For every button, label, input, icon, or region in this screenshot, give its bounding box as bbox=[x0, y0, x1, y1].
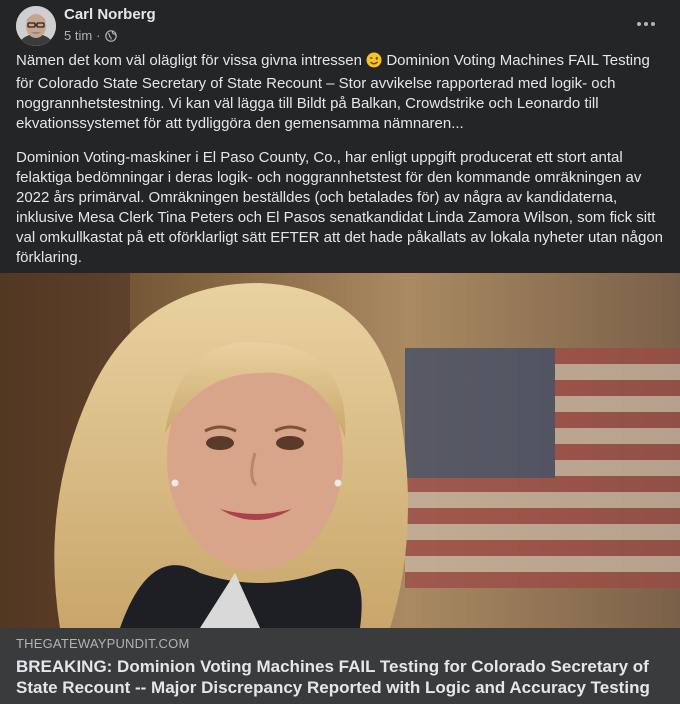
author-name[interactable]: Carl Norberg bbox=[64, 6, 156, 23]
paragraph-1-before-emoji: Nämen det kom väl olägligt för vissa giv… bbox=[16, 52, 362, 69]
facebook-post: Carl Norberg 5 tim · Nämen det kom väl o… bbox=[0, 0, 680, 704]
link-preview[interactable]: THEGATEWAYPUNDIT.COM BREAKING: Dominion … bbox=[0, 628, 680, 704]
post-paragraph-1: Nämen det kom väl olägligt för vissa giv… bbox=[16, 51, 664, 134]
winking-face-emoji bbox=[366, 52, 382, 74]
post-timestamp[interactable]: 5 tim bbox=[64, 28, 92, 43]
globe-icon bbox=[104, 29, 117, 42]
avatar[interactable] bbox=[16, 6, 56, 46]
more-dots-icon[interactable] bbox=[634, 14, 658, 34]
post-text: Nämen det kom väl olägligt för vissa giv… bbox=[16, 51, 664, 282]
post-meta: 5 tim · bbox=[64, 28, 117, 43]
link-preview-image[interactable] bbox=[0, 273, 680, 628]
link-headline[interactable]: BREAKING: Dominion Voting Machines FAIL … bbox=[16, 656, 666, 698]
link-domain: THEGATEWAYPUNDIT.COM bbox=[16, 636, 190, 651]
post-header: Carl Norberg 5 tim · bbox=[16, 6, 664, 48]
meta-separator: · bbox=[96, 28, 101, 43]
post-paragraph-2: Dominion Voting-maskiner i El Paso Count… bbox=[16, 149, 664, 266]
